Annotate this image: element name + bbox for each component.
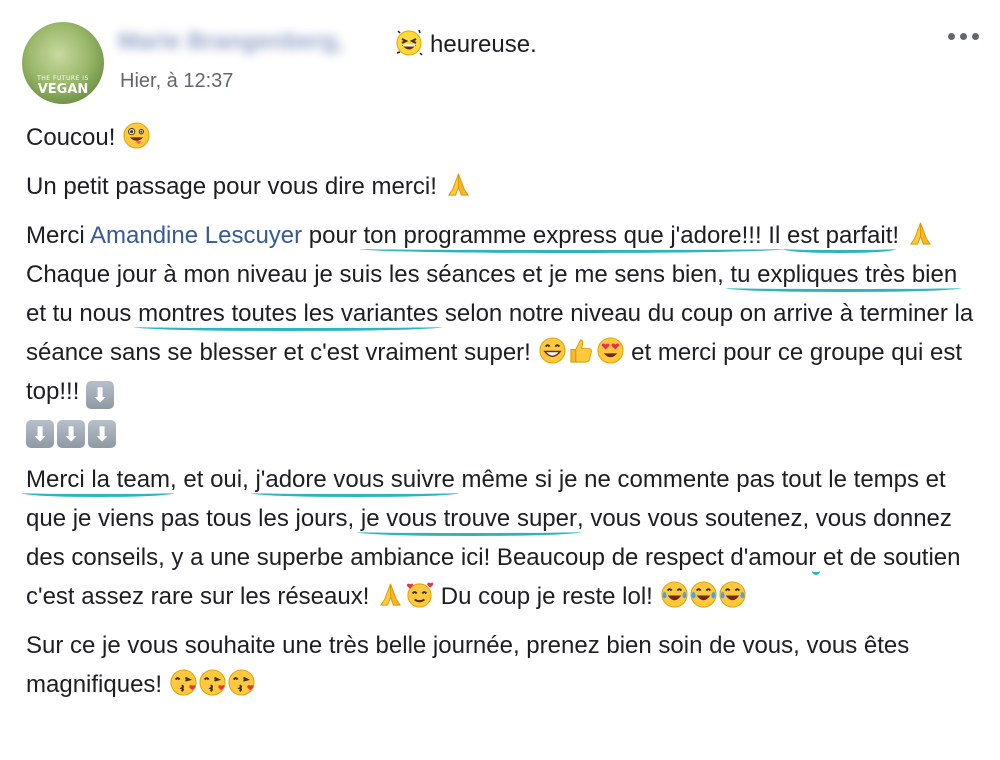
heart-eyes-face-icon	[596, 336, 625, 365]
text-segment: Du coup je reste lol!	[434, 583, 660, 610]
paragraph-1: Coucou!	[26, 118, 976, 157]
paragraph-text: Sur ce je vous souhaite une très belle j…	[26, 632, 910, 698]
tears-of-joy-face-icon	[689, 580, 718, 609]
paragraph-3: Merci Amandine Lescuyer pour ton program…	[26, 216, 976, 450]
face-blowing-kiss-icon	[198, 668, 227, 697]
post-timestamp[interactable]: Hier, à 12:37	[120, 70, 233, 93]
highlighted-text: je vous trouve super	[360, 505, 577, 532]
highlighted-text: est parfait	[786, 222, 893, 249]
mention-link[interactable]: Amandine Lescuyer	[90, 222, 302, 249]
post-content: Coucou! Un petit passage pour vous dire …	[26, 118, 976, 714]
author-name-blurred[interactable]: Marie Brangenberg,	[118, 28, 343, 56]
text-segment: pour	[302, 222, 364, 249]
face-blowing-kiss-icon	[227, 668, 256, 697]
paragraph-4: Merci la team, et oui, j'adore vous suiv…	[26, 460, 976, 616]
grinning-squinting-face-icon	[394, 27, 424, 57]
down-arrow-icon: ⬇	[86, 381, 115, 409]
text-segment: Chaque jour à mon niveau je suis les séa…	[26, 261, 731, 288]
down-arrow-icon: ⬇	[26, 420, 54, 448]
avatar-logo-text: THE FUTURE IS VEGAN	[37, 75, 89, 97]
tears-of-joy-face-icon	[718, 580, 747, 609]
down-arrow-icon: ⬇	[57, 420, 85, 448]
feeling-text: heureuse.	[430, 31, 537, 58]
face-blowing-kiss-icon	[169, 668, 198, 697]
thumbs-up-icon	[567, 336, 596, 365]
highlighted-text: montres toutes les variantes	[138, 300, 439, 327]
highlighted-text: Merci la team	[26, 466, 171, 493]
highlighted-text: tu expliques très bien	[730, 261, 958, 288]
highlighted-text: j'adore vous suivre	[255, 466, 455, 493]
highlighted-text: ton programme express que j'adore!!! Il	[363, 222, 781, 249]
text-segment: , vous vous soutenez,	[576, 505, 816, 532]
folded-hands-icon	[376, 580, 405, 609]
paragraph-2: Un petit passage pour vous dire merci!	[26, 167, 976, 206]
tears-of-joy-face-icon	[660, 580, 689, 609]
folded-hands-icon	[906, 219, 935, 248]
paragraph-5: Sur ce je vous souhaite une très belle j…	[26, 626, 976, 704]
text-segment: , et oui,	[170, 466, 256, 493]
text-segment: et tu nous	[26, 300, 139, 327]
zany-face-icon	[122, 121, 151, 150]
author-avatar[interactable]: THE FUTURE IS VEGAN	[22, 22, 104, 104]
text-segment: Merci	[26, 222, 91, 249]
paragraph-text: Coucou!	[26, 124, 116, 151]
down-arrow-icon: ⬇	[88, 420, 116, 448]
paragraph-text: Un petit passage pour vous dire merci!	[26, 173, 437, 200]
facebook-post: THE FUTURE IS VEGAN Marie Brangenberg, h…	[0, 0, 1000, 760]
smiling-face-with-hearts-icon	[405, 580, 434, 609]
folded-hands-icon	[444, 170, 473, 199]
beaming-face-icon	[538, 336, 567, 365]
more-options-icon[interactable]	[944, 22, 984, 50]
